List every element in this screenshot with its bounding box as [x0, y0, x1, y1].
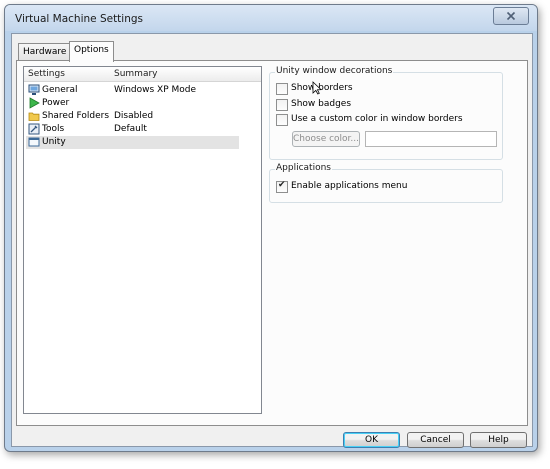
choose-color-button[interactable]: Choose color... — [292, 131, 360, 147]
color-swatch — [365, 131, 497, 147]
list-item-label: Power — [42, 98, 70, 108]
help-button[interactable]: Help — [470, 432, 527, 448]
tab-options-label: Options — [74, 45, 109, 55]
tab-hardware-label: Hardware — [23, 47, 67, 57]
dialog-body: Hardware Options Settings Summary Genera… — [11, 33, 533, 448]
column-header-summary[interactable]: Summary — [114, 69, 158, 79]
mouse-pointer-icon — [312, 81, 322, 95]
options-panel: Settings Summary General Windows XP Mode — [16, 60, 528, 426]
list-item-label: General — [42, 85, 78, 95]
show-badges-checkbox[interactable] — [276, 99, 288, 111]
tab-options[interactable]: Options — [69, 41, 114, 62]
list-item-unity[interactable]: Unity — [26, 136, 239, 149]
list-item-summary: Disabled — [114, 111, 154, 121]
help-label: Help — [488, 435, 509, 445]
cancel-label: Cancel — [420, 435, 451, 445]
list-item-label: Tools — [42, 124, 65, 134]
list-item-power[interactable]: Power — [26, 97, 239, 110]
enable-applications-menu-checkbox[interactable] — [276, 180, 288, 193]
show-badges-label: Show badges — [291, 99, 352, 109]
custom-color-checkbox[interactable] — [276, 114, 288, 126]
list-item-general[interactable]: General Windows XP Mode — [26, 84, 239, 97]
group-title: Applications — [275, 163, 332, 173]
cancel-button[interactable]: Cancel — [407, 432, 464, 448]
play-arrow-icon — [29, 97, 40, 109]
settings-window: Virtual Machine Settings Hardware Option… — [4, 4, 538, 452]
unity-window-icon — [28, 137, 40, 147]
folder-icon — [28, 112, 40, 121]
ok-button[interactable]: OK — [343, 432, 400, 448]
list-item-label: Shared Folders — [42, 111, 110, 121]
applications-group: Applications Enable applications menu — [269, 163, 503, 203]
custom-color-label: Use a custom color in window borders — [291, 114, 463, 124]
tools-icon — [28, 123, 40, 135]
settings-list[interactable]: Settings Summary General Windows XP Mode — [23, 66, 262, 414]
list-item-summary: Windows XP Mode — [114, 85, 197, 95]
list-item-summary: Default — [114, 124, 147, 134]
close-button[interactable] — [493, 7, 529, 25]
column-header-settings[interactable]: Settings — [28, 69, 65, 79]
unity-decorations-group: Unity window decorations Show borders Sh… — [269, 66, 503, 160]
show-borders-checkbox[interactable] — [276, 83, 288, 95]
group-title: Unity window decorations — [275, 66, 394, 76]
list-header: Settings Summary — [24, 67, 261, 82]
list-item-shared-folders[interactable]: Shared Folders Disabled — [26, 110, 239, 123]
monitor-icon — [28, 84, 40, 95]
choose-color-label: Choose color... — [293, 134, 360, 144]
tab-hardware[interactable]: Hardware — [18, 43, 72, 61]
window-title: Virtual Machine Settings — [15, 13, 144, 25]
list-item-label: Unity — [42, 137, 66, 147]
title-bar[interactable]: Virtual Machine Settings — [5, 5, 537, 31]
close-icon — [506, 11, 516, 21]
list-item-tools[interactable]: Tools Default — [26, 123, 239, 136]
ok-label: OK — [365, 435, 378, 445]
enable-applications-menu-label: Enable applications menu — [291, 181, 408, 191]
